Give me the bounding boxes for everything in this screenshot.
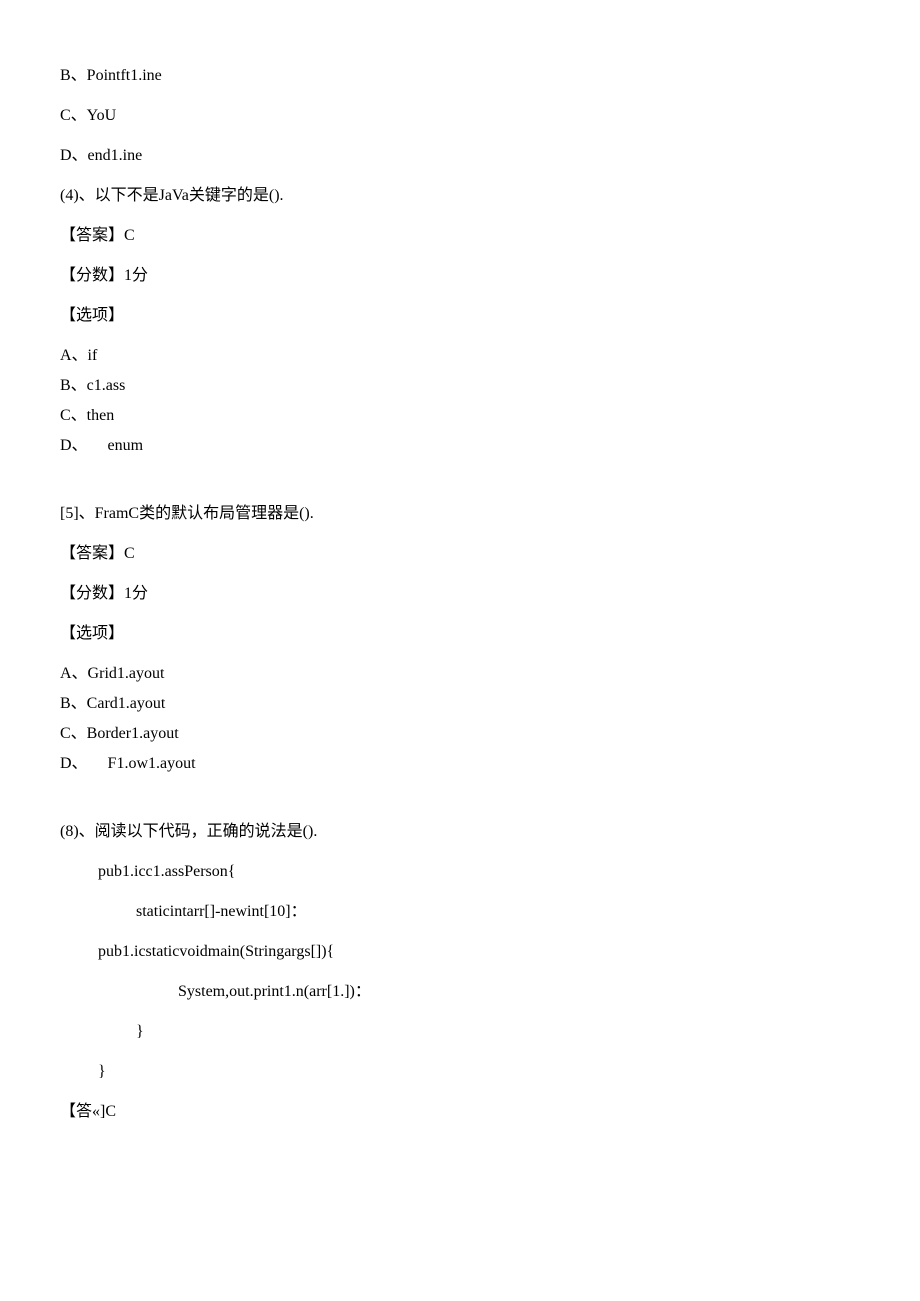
options-label: 【选项】 [60, 308, 860, 324]
question-8: (8)、阅读以下代码，正确的说法是(). [60, 824, 860, 840]
option-d: D、 enum [60, 438, 860, 454]
question-4: (4)、以下不是JaVa关键字的是(). [60, 188, 860, 204]
option-d: D、 F1.ow1.ayout [60, 756, 860, 772]
option-c: C、YoU [60, 108, 860, 124]
question-5: [5]、FramC类的默认布局管理器是(). [60, 506, 860, 522]
code-line: } [60, 1024, 860, 1040]
option-b: B、Pointft1.ine [60, 68, 860, 84]
spacer [60, 796, 860, 824]
code-line: } [60, 1064, 860, 1080]
options-label: 【选项】 [60, 626, 860, 642]
code-line: staticintarr[]-newint[10]： [60, 904, 860, 920]
code-line: pub1.icc1.assPerson{ [60, 864, 860, 880]
score-label: 【分数】1分 [60, 586, 860, 602]
option-c: C、Border1.ayout [60, 726, 860, 742]
option-b: B、c1.ass [60, 378, 860, 394]
option-c: C、then [60, 408, 860, 424]
option-b: B、Card1.ayout [60, 696, 860, 712]
answer-label: 【答案】C [60, 546, 860, 562]
code-line: System,out.print1.n(arr[1.])： [60, 984, 860, 1000]
option-d: D、end1.ine [60, 148, 860, 164]
answer-label: 【答«]C [60, 1104, 860, 1120]
answer-label: 【答案】C [60, 228, 860, 244]
spacer [60, 478, 860, 506]
option-a: A、if [60, 348, 860, 364]
score-label: 【分数】1分 [60, 268, 860, 284]
document-body: B、Pointft1.ine C、YoU D、end1.ine (4)、以下不是… [60, 68, 860, 1144]
code-line: pub1.icstaticvoidmain(Stringargs[]){ [60, 944, 860, 960]
option-a: A、Grid1.ayout [60, 666, 860, 682]
